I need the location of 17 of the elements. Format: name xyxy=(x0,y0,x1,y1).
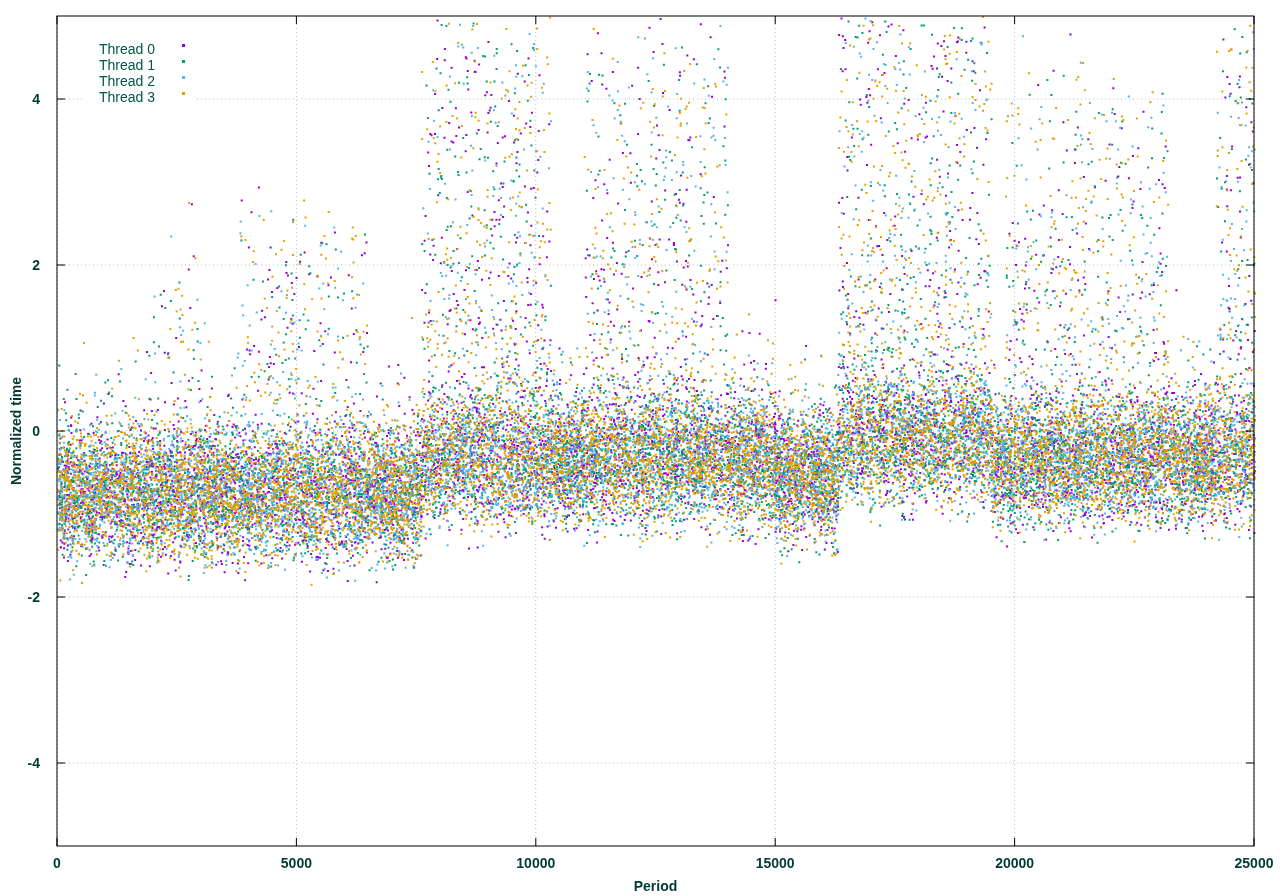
legend-label: Thread 1 xyxy=(98,57,155,73)
legend-label: Thread 0 xyxy=(98,41,155,57)
x-axis-title: Period xyxy=(633,878,678,894)
tick-label: 10000 xyxy=(516,855,556,871)
legend-label: Thread 2 xyxy=(98,73,155,89)
tick-label: -2 xyxy=(27,589,40,605)
tick-label: 25000 xyxy=(1234,855,1274,871)
tick-label: 5000 xyxy=(280,855,312,871)
tick-label: 15000 xyxy=(755,855,795,871)
y-axis-title: Normalized time xyxy=(8,376,24,486)
tick-label: 20000 xyxy=(995,855,1035,871)
tick-label: 2 xyxy=(32,257,40,273)
tick-label: 4 xyxy=(32,91,40,107)
tick-label: -4 xyxy=(27,755,40,771)
tick-label: 0 xyxy=(32,423,40,439)
tick-label: 0 xyxy=(53,855,61,871)
legend-label: Thread 3 xyxy=(98,89,155,105)
